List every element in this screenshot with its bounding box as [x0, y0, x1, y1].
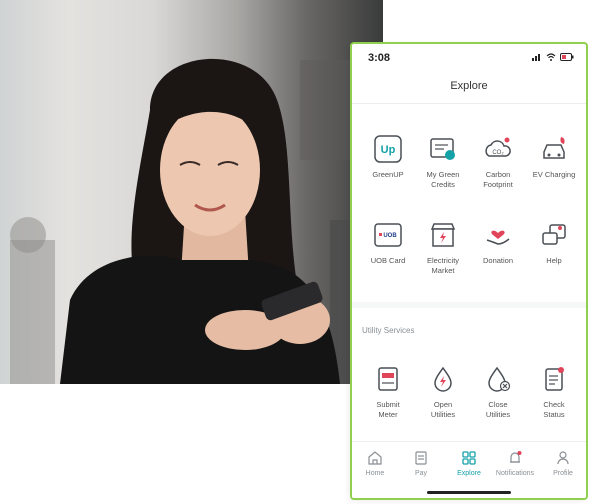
explore-label: My Green Credits — [426, 170, 460, 189]
explore-label: Help — [546, 256, 562, 265]
explore-label: EV Charging — [532, 170, 576, 179]
tab-explore[interactable]: Explore — [446, 450, 492, 477]
explore-icon — [462, 451, 476, 465]
tab-home[interactable]: Home — [352, 450, 398, 477]
section-separator — [352, 302, 586, 308]
svg-text:Up: Up — [381, 144, 396, 156]
bell-icon — [510, 451, 522, 463]
explore-label: GreenUP — [372, 170, 404, 179]
help-icon — [542, 224, 566, 245]
utility-label: Check Status — [543, 400, 565, 419]
submit-meter-icon — [378, 367, 398, 391]
svg-text:CO₂: CO₂ — [492, 150, 504, 156]
donation-icon — [486, 230, 510, 245]
utility-label: Submit Meter — [376, 400, 400, 419]
page-title: Explore — [450, 80, 488, 92]
tab-notifications[interactable]: Notifications — [492, 450, 538, 477]
ev-charging-icon — [543, 137, 565, 159]
utility-label: Open Utilities — [430, 400, 456, 419]
utility-check-status[interactable]: Check Status — [526, 364, 582, 420]
explore-label: Donation — [482, 256, 514, 265]
uob-card-icon: UOB — [374, 223, 402, 247]
explore-ev-charging[interactable]: EV Charging — [526, 134, 582, 180]
explore-electricity-market[interactable]: Electricity Market — [415, 220, 471, 276]
open-utilities-icon — [434, 366, 452, 392]
utility-submit-meter[interactable]: Submit Meter — [360, 364, 416, 420]
wifi-icon — [546, 53, 556, 61]
pay-icon — [415, 451, 427, 465]
section-title-utility: Utility Services — [362, 326, 415, 335]
signal-icon — [532, 54, 540, 61]
svg-text:UOB: UOB — [383, 233, 397, 239]
tab-pay[interactable]: Pay — [398, 450, 444, 477]
hero-photo — [0, 0, 383, 384]
explore-label: Electricity Market — [426, 256, 460, 275]
explore-label: Carbon Footprint — [483, 170, 513, 189]
carbon-footprint-icon: CO₂ — [485, 137, 511, 157]
utility-close-utilities[interactable]: Close Utilities — [470, 364, 526, 420]
explore-my-green-credits[interactable]: My Green Credits — [415, 134, 471, 190]
explore-uob-card[interactable]: UOB UOB Card — [360, 220, 416, 266]
phone-screen: 3:08 Explore Up GreenUP My Green Credits… — [350, 42, 588, 500]
explore-help[interactable]: Help — [526, 220, 582, 266]
tab-profile[interactable]: Profile — [540, 450, 586, 477]
check-status-icon — [545, 367, 564, 391]
close-utilities-icon — [488, 366, 511, 392]
explore-greenup[interactable]: Up GreenUP — [360, 134, 416, 180]
green-credits-icon — [430, 138, 455, 160]
profile-icon — [557, 451, 569, 465]
explore-carbon-footprint[interactable]: CO₂ Carbon Footprint — [470, 134, 526, 190]
battery-icon — [560, 53, 574, 61]
utility-open-utilities[interactable]: Open Utilities — [415, 364, 471, 420]
greenup-icon: Up — [374, 135, 402, 163]
status-bar: 3:08 — [352, 44, 586, 72]
electricity-market-icon — [430, 223, 456, 247]
home-icon — [368, 451, 382, 465]
header-divider — [352, 103, 586, 104]
explore-donation[interactable]: Donation — [470, 220, 526, 266]
explore-label: UOB Card — [370, 256, 406, 265]
status-time: 3:08 — [368, 52, 391, 64]
home-indicator — [427, 491, 511, 494]
utility-label: Close Utilities — [485, 400, 511, 419]
bottom-tab-bar: Home Pay Explore Notifications Profile — [352, 441, 586, 498]
